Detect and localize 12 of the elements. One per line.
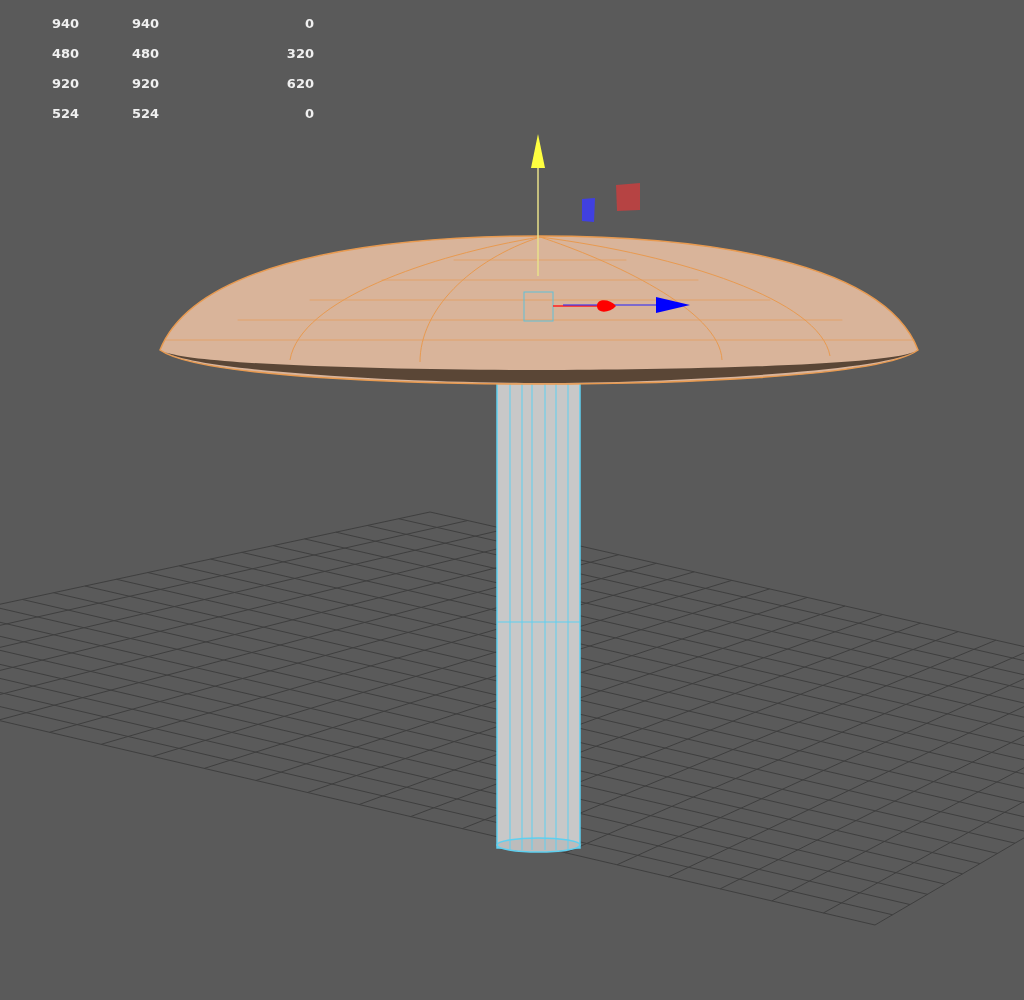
stat-value: 940 <box>131 15 161 33</box>
stat-value: 920 <box>51 75 81 93</box>
stat-value: 0 <box>303 15 314 33</box>
stat-value: 320 <box>285 45 314 63</box>
stat-value: 480 <box>51 45 81 63</box>
stat-value: 524 <box>131 105 161 123</box>
stat-value: 524 <box>51 105 81 123</box>
stat-value: 620 <box>285 75 314 93</box>
stat-value: 920 <box>131 75 161 93</box>
stat-value: 480 <box>131 45 161 63</box>
stat-value: 0 <box>303 105 314 123</box>
stat-value: 940 <box>51 15 81 33</box>
